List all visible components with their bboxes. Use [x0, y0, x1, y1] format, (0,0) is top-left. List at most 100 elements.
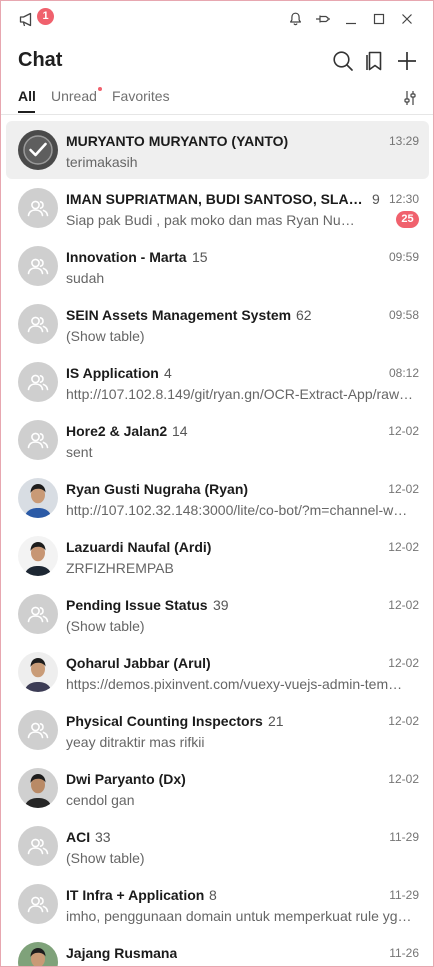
- search-button[interactable]: [330, 48, 356, 74]
- last-message: (Show table): [66, 850, 145, 866]
- chat-row[interactable]: IT Infra + Application 8 11-29 imho, penggu…: [6, 875, 429, 933]
- group-avatar: [18, 884, 58, 924]
- member-count: 62: [296, 307, 312, 323]
- plus-icon: [398, 52, 416, 70]
- member-count: 8: [209, 887, 217, 903]
- bell-button[interactable]: [282, 7, 308, 31]
- pin-icon: [316, 15, 330, 23]
- chat-time: 12-02: [388, 656, 419, 670]
- chat-name: Pending Issue Status: [66, 597, 208, 613]
- chat-row[interactable]: Jajang Rusmana 11-26: [6, 933, 429, 966]
- group-avatar: [18, 188, 58, 228]
- avatar: [18, 478, 58, 518]
- member-count: 9: [372, 191, 380, 207]
- member-count: 21: [268, 713, 284, 729]
- chat-row[interactable]: SEIN Assets Management System 62 09:58 (Sho…: [6, 295, 429, 353]
- pin-button[interactable]: [310, 7, 336, 31]
- group-avatar: [18, 710, 58, 750]
- chat-name: Dwi Paryanto (Dx): [66, 771, 186, 787]
- chat-name: Lazuardi Naufal (Ardi): [66, 539, 212, 555]
- chat-row[interactable]: MURYANTO MURYANTO (YANTO) 13:29 terimakasi…: [6, 121, 429, 179]
- chat-row[interactable]: Dwi Paryanto (Dx) 12-02 cendol gan: [6, 759, 429, 817]
- member-count: 4: [164, 365, 172, 381]
- group-avatar: [18, 304, 58, 344]
- group-avatar: [18, 246, 58, 286]
- avatar: [18, 768, 58, 808]
- group-avatar: [18, 420, 58, 460]
- chat-time: 08:12: [388, 366, 419, 380]
- chat-row[interactable]: Lazuardi Naufal (Ardi) 12-02 ZRFIZHREMPAB: [6, 527, 429, 585]
- member-count: 15: [192, 249, 208, 265]
- active-tab-indicator: [18, 111, 35, 113]
- chat-row[interactable]: IMAN SUPRIATMAN, BUDI SANTOSO, SLAMET … 9…: [6, 179, 429, 237]
- search-icon: [333, 51, 353, 71]
- megaphone-icon: [19, 12, 36, 32]
- member-count: 33: [95, 829, 111, 845]
- title-bar: 1: [1, 1, 433, 37]
- group-avatar: [18, 362, 58, 402]
- chat-name: Hore2 & Jalan2: [66, 423, 168, 439]
- last-message: http://107.102.32.148:3000/lite/co-bot/?…: [66, 502, 408, 518]
- sliders-icon: [404, 91, 416, 105]
- last-message: (Show table): [66, 328, 145, 344]
- chat-name: IS Application: [66, 365, 159, 381]
- chat-name: ACI: [66, 829, 91, 845]
- chat-time: 12-02: [388, 482, 419, 496]
- chat-time: 12-02: [388, 540, 419, 554]
- divider: [1, 114, 433, 115]
- group-avatar: [18, 826, 58, 866]
- chat-row[interactable]: ACI 33 11-29 (Show table): [6, 817, 429, 875]
- chat-name: SEIN Assets Management System: [66, 307, 292, 323]
- minimize-button[interactable]: [338, 7, 364, 31]
- chat-row[interactable]: Innovation - Marta 15 09:59 sudah: [6, 237, 429, 295]
- chat-row[interactable]: Physical Counting Inspectors 21 12-02 yeay …: [6, 701, 429, 759]
- chat-time: 11-29: [389, 888, 419, 902]
- chat-name: IT Infra + Application: [66, 887, 205, 903]
- chat-row[interactable]: IS Application 4 08:12 http://107.102.8.149…: [6, 353, 429, 411]
- last-message: yeay ditraktir mas rifkii: [66, 734, 205, 750]
- chat-time: 12-02: [388, 714, 419, 728]
- close-icon: [402, 14, 412, 24]
- avatar: [18, 130, 58, 170]
- chat-name: Jajang Rusmana: [66, 945, 178, 961]
- chat-time: 13:29: [388, 134, 419, 148]
- chat-name: MURYANTO MURYANTO (YANTO): [66, 133, 289, 149]
- unread-dot: [98, 87, 102, 91]
- filter-button[interactable]: [399, 87, 421, 109]
- page-title: Chat: [18, 49, 63, 71]
- avatar: [18, 942, 58, 966]
- chat-time: 09:59: [388, 250, 419, 264]
- last-message: ZRFIZHREMPAB: [66, 560, 174, 576]
- chat-row[interactable]: Hore2 & Jalan2 14 12-02 sent: [6, 411, 429, 469]
- chat-time: 09:58: [388, 308, 419, 322]
- member-count: 39: [213, 597, 229, 613]
- tab-all[interactable]: All: [18, 88, 36, 104]
- last-message: sudah: [66, 270, 105, 286]
- chat-name: IMAN SUPRIATMAN, BUDI SANTOSO, SLAMET …: [66, 191, 367, 207]
- minimize-icon: [346, 22, 356, 25]
- last-message: sent: [66, 444, 93, 460]
- chat-name: Qoharul Jabbar (Arul): [66, 655, 211, 671]
- group-avatar: [18, 594, 58, 634]
- last-message: imho, penggunaan domain untuk memperkuat…: [66, 908, 414, 924]
- bookmark-icon: [366, 51, 382, 71]
- close-button[interactable]: [394, 7, 420, 31]
- last-message: http://107.102.8.149/git/ryan.gn/OCR-Ext…: [66, 386, 414, 402]
- last-message: cendol gan: [66, 792, 135, 808]
- chat-window: 1 Chat All Unread Favorites MURYANTO MUR…: [0, 0, 434, 967]
- chat-row[interactable]: Ryan Gusti Nugraha (Ryan) 12-02 http://107…: [6, 469, 429, 527]
- notice-button[interactable]: 1: [19, 8, 54, 32]
- notice-badge: 1: [37, 8, 54, 25]
- tab-unread[interactable]: Unread: [51, 88, 97, 104]
- bell-icon: [289, 12, 301, 26]
- tab-favorites[interactable]: Favorites: [112, 88, 170, 104]
- chat-row[interactable]: Pending Issue Status 39 12-02 (Show table): [6, 585, 429, 643]
- maximize-button[interactable]: [366, 7, 392, 31]
- bookmark-button[interactable]: [362, 48, 388, 74]
- chat-time: 11-29: [389, 830, 419, 844]
- last-message: terimakasih: [66, 154, 138, 170]
- avatar: [18, 652, 58, 692]
- new-chat-button[interactable]: [394, 48, 420, 74]
- chat-row[interactable]: Qoharul Jabbar (Arul) 12-02 https://demos.…: [6, 643, 429, 701]
- chat-time: 12-02: [388, 424, 419, 438]
